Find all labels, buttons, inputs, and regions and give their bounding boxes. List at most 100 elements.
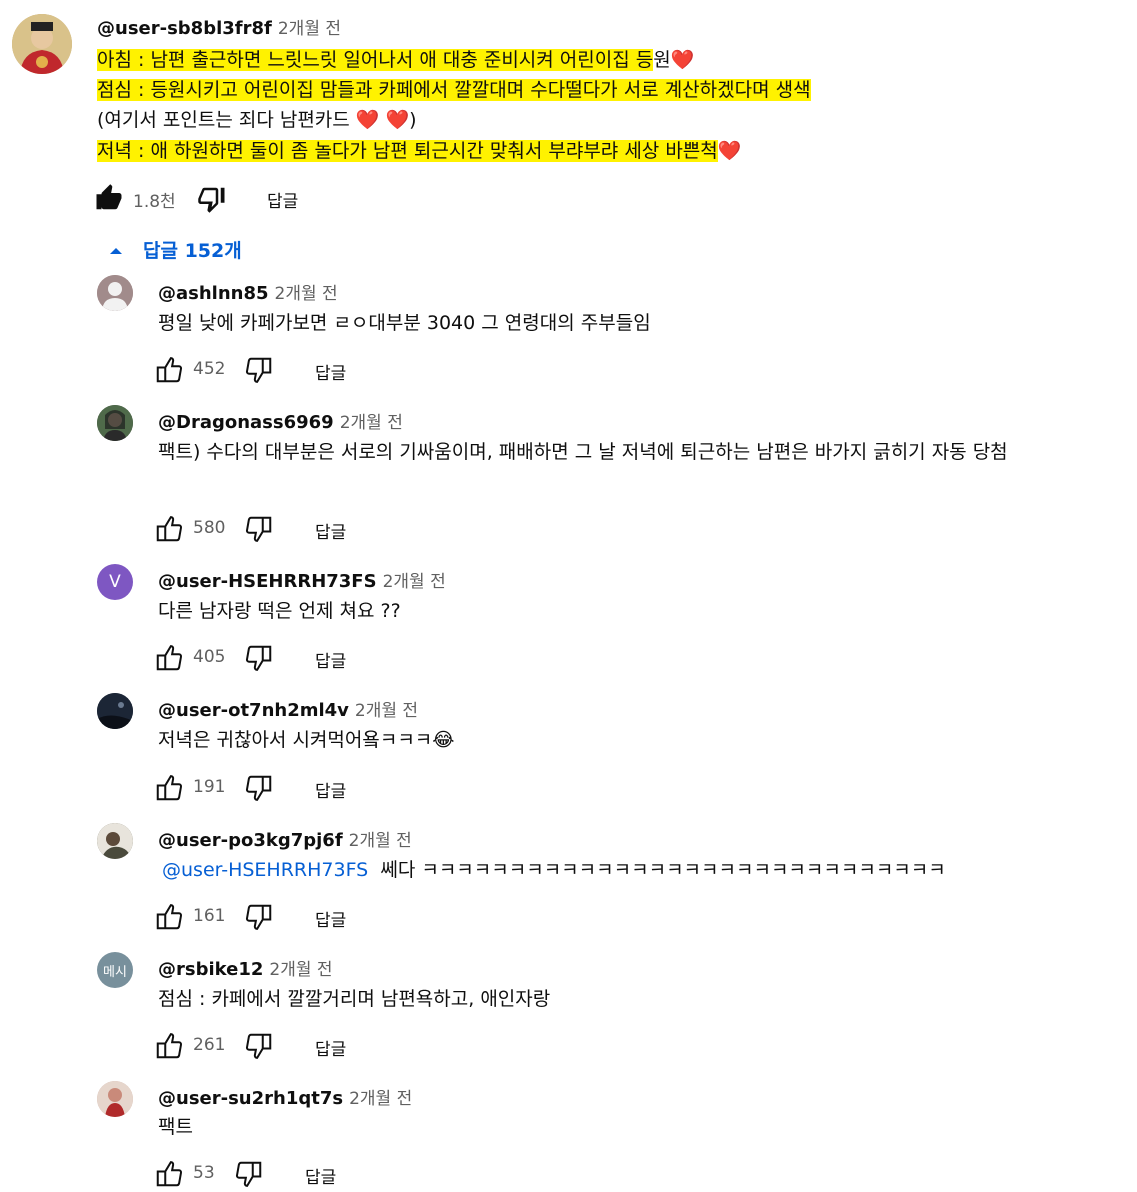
reply-time[interactable]: 2개월 전: [349, 831, 412, 851]
reply-header: @rsbike12 2개월 전: [158, 955, 333, 980]
thumbs-up-icon: [156, 775, 183, 801]
reply-avatar[interactable]: [97, 693, 133, 729]
reply-button[interactable]: 답글: [315, 777, 346, 802]
reply-author[interactable]: @user-po3kg7pj6f: [158, 830, 343, 851]
heart-icon: ❤️: [670, 49, 695, 71]
like-count: 580: [193, 518, 226, 538]
dislike-button[interactable]: [244, 514, 274, 544]
thumbs-up-icon: [156, 645, 183, 671]
line-1-highlight: 남편 출근하면 느릿느릿 일어나서 애 대충 준비시켜 어린이집 등: [150, 49, 654, 71]
line-2-label: 점심 :: [97, 79, 151, 101]
avatar-letter: V: [109, 572, 121, 592]
thumbs-down-icon: [245, 1033, 272, 1059]
thumbs-down-icon: [245, 645, 272, 671]
reply-button[interactable]: 답글: [305, 1163, 336, 1188]
reply-text: 팩트) 수다의 대부분은 서로의 기싸움이며, 패배하면 그 날 저녁에 퇴근하…: [158, 441, 1008, 463]
reply-time[interactable]: 2개월 전: [269, 960, 332, 980]
reply-header: @user-su2rh1qt7s 2개월 전: [158, 1084, 412, 1109]
reply-header: @Dragonass6969 2개월 전: [158, 408, 403, 433]
thumbs-up-icon: [156, 1161, 183, 1187]
reply-text-body: 쎄다 ㅋㅋㅋㅋㅋㅋㅋㅋㅋㅋㅋㅋㅋㅋㅋㅋㅋㅋㅋㅋㅋㅋㅋㅋㅋㅋㅋㅋㅋㅋ: [380, 859, 946, 881]
replies-toggle-label: 답글 152개: [143, 240, 242, 262]
line-1-tail: 원: [653, 49, 671, 71]
main-comment-line-3: (여기서 포인트는 죄다 남편카드 ❤️ ❤️): [97, 105, 417, 135]
reply-button[interactable]: 답글: [315, 906, 346, 931]
reply-time[interactable]: 2개월 전: [340, 413, 403, 433]
line-1-label: 아침 :: [97, 49, 151, 71]
reply-avatar[interactable]: [97, 405, 133, 441]
dislike-button[interactable]: [244, 902, 274, 932]
like-count: 161: [193, 906, 226, 926]
user-photo-icon: [97, 823, 133, 859]
like-count: 53: [193, 1163, 215, 1183]
user-photo-icon: [97, 405, 133, 441]
like-button[interactable]: [154, 1159, 184, 1189]
like-button[interactable]: [154, 514, 184, 544]
reply-avatar[interactable]: [97, 823, 133, 859]
dislike-button[interactable]: [234, 1159, 264, 1189]
replies-toggle[interactable]: 답글 152개: [108, 236, 242, 263]
line-4-label: 저녁 :: [97, 140, 151, 162]
mention-link[interactable]: @user-HSEHRRH73FS: [162, 859, 368, 881]
reply-avatar[interactable]: 메시: [97, 952, 133, 988]
reply-time[interactable]: 2개월 전: [355, 701, 418, 721]
like-button[interactable]: [154, 643, 184, 673]
like-button[interactable]: [154, 773, 184, 803]
reply-text: 저녁은 귀찮아서 시켜먹어욬ㅋㅋㅋ😂: [158, 729, 455, 751]
reply-button[interactable]: 답글: [315, 647, 346, 672]
like-count: 1.8천: [133, 192, 176, 212]
line-2-highlight: 등원시키고 어린이집 맘들과 카페에서 깔깔대며 수다떨다가 서로 계산하겠다며…: [150, 79, 811, 101]
like-button[interactable]: [154, 902, 184, 932]
main-comment-header: @user-sb8bl3fr8f 2개월 전: [97, 14, 341, 39]
reply-text: 팩트: [158, 1116, 193, 1138]
king-portrait-icon: [12, 14, 72, 74]
reply-avatar[interactable]: V: [97, 564, 133, 600]
user-photo-icon: [97, 1081, 133, 1117]
thumbs-down-icon: [245, 904, 272, 930]
like-count: 452: [193, 359, 226, 379]
like-button[interactable]: [154, 355, 184, 385]
dislike-button[interactable]: [244, 643, 274, 673]
main-comment-author[interactable]: @user-sb8bl3fr8f: [97, 18, 272, 39]
main-comment-avatar[interactable]: [12, 14, 72, 74]
reply-author[interactable]: @ashlnn85: [158, 283, 269, 304]
thumbs-up-icon: [156, 904, 183, 930]
reply-avatar[interactable]: [97, 275, 133, 311]
thumbs-down-icon: [235, 1161, 262, 1187]
reply-avatar[interactable]: [97, 1081, 133, 1117]
like-button[interactable]: [154, 1031, 184, 1061]
reply-author[interactable]: @user-HSEHRRH73FS: [158, 571, 377, 592]
reply-header: @ashlnn85 2개월 전: [158, 279, 338, 304]
like-count: 261: [193, 1035, 226, 1055]
dislike-button[interactable]: [244, 355, 274, 385]
reply-button[interactable]: 답글: [315, 359, 346, 384]
reply-header: @user-po3kg7pj6f 2개월 전: [158, 826, 412, 851]
dislike-button[interactable]: [244, 773, 274, 803]
reply-time[interactable]: 2개월 전: [349, 1089, 412, 1109]
like-button[interactable]: [94, 183, 124, 213]
reply-time[interactable]: 2개월 전: [275, 284, 338, 304]
reply-button[interactable]: 답글: [315, 1035, 346, 1060]
main-comment-time[interactable]: 2개월 전: [278, 19, 341, 39]
thumbs-down-icon: [245, 516, 272, 542]
reply-text: 다른 남자랑 떡은 언제 쳐요 ??: [158, 600, 401, 622]
reply-text: 평일 낮에 카페가보면 ㄹㅇ대부분 3040 그 연령대의 주부들임: [158, 312, 651, 334]
line-3-text: (여기서 포인트는 죄다 남편카드 ❤️ ❤️): [97, 109, 417, 131]
reply-author[interactable]: @user-su2rh1qt7s: [158, 1088, 343, 1109]
dislike-button[interactable]: [244, 1031, 274, 1061]
avatar-letter: 메시: [103, 964, 127, 980]
reply-author[interactable]: @user-ot7nh2ml4v: [158, 700, 349, 721]
reply-author[interactable]: @rsbike12: [158, 959, 263, 980]
heart-icon: ❤️: [717, 140, 742, 162]
dislike-button[interactable]: [197, 184, 227, 214]
like-count: 191: [193, 777, 226, 797]
like-count: 405: [193, 647, 226, 667]
reply-author[interactable]: @Dragonass6969: [158, 412, 334, 433]
reply-button[interactable]: 답글: [315, 518, 346, 543]
main-comment-line-2: 점심 : 등원시키고 어린이집 맘들과 카페에서 깔깔대며 수다떨다가 서로 계…: [97, 75, 811, 105]
reply-header: @user-HSEHRRH73FS 2개월 전: [158, 567, 446, 592]
reply-time[interactable]: 2개월 전: [383, 572, 446, 592]
reply-text: 점심 : 카페에서 깔깔거리며 남편욕하고, 애인자랑: [158, 988, 551, 1010]
reply-header: @user-ot7nh2ml4v 2개월 전: [158, 696, 418, 721]
reply-button[interactable]: 답글: [267, 187, 298, 212]
